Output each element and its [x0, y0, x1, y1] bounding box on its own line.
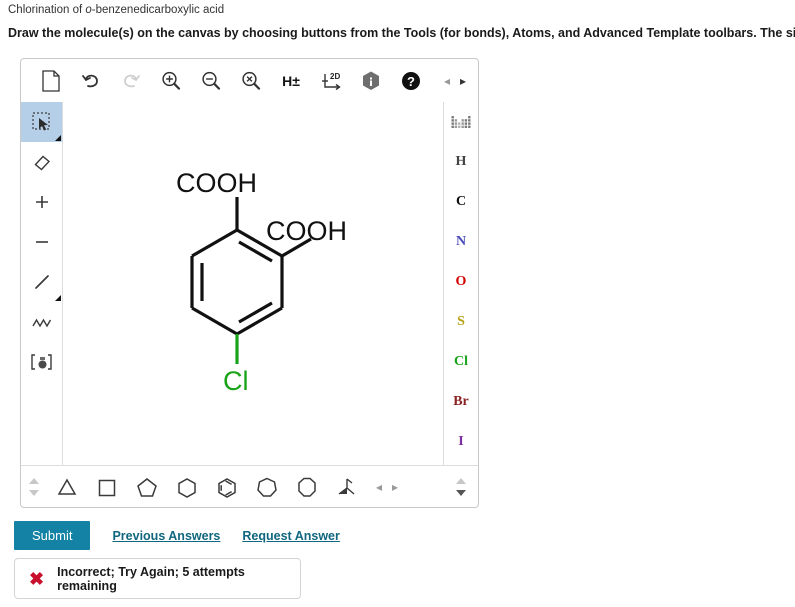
drawing-canvas[interactable]: COOH COOH Cl	[63, 102, 443, 465]
toolbar-nav-arrows: ◂ ▸	[439, 69, 471, 93]
zoom-reset-button[interactable]	[235, 66, 267, 96]
single-bond-tool-button[interactable]	[21, 262, 62, 302]
template-nav-arrows: ◂ ▸	[371, 475, 403, 499]
atoms-toolbar: H C N O S Cl Br I	[443, 102, 478, 465]
bond-tool-menu-indicator[interactable]	[55, 295, 61, 301]
molecule-structure: COOH COOH Cl	[176, 168, 347, 396]
ring-double-2	[238, 301, 273, 324]
atom-n-button[interactable]: N	[444, 222, 478, 262]
submit-button[interactable]: Submit	[14, 521, 91, 550]
periodic-table-icon	[451, 116, 471, 128]
question-title: Chlorination of o-benzenedicarboxylic ac…	[8, 4, 224, 16]
select-tool-menu-indicator[interactable]	[55, 135, 61, 141]
editor-canvas-area: COOH COOH Cl H C N O S Cl Br I	[21, 102, 478, 465]
label-cooh-top: COOH	[176, 168, 257, 198]
atom-h-button[interactable]: H	[444, 142, 478, 182]
ring-bond-6	[191, 228, 238, 258]
ring-bond-4	[191, 306, 238, 336]
decrease-charge-tool-button[interactable]	[21, 222, 62, 262]
template-cyclooctane-button[interactable]	[287, 467, 327, 507]
hydrogen-toggle-button[interactable]: H±	[275, 66, 307, 96]
templates-toolbar: ◂ ▸	[21, 465, 478, 507]
redo-button[interactable]	[115, 66, 147, 96]
template-nav-prev[interactable]: ◂	[371, 475, 387, 499]
template-scroll-up-stepper[interactable]	[21, 466, 47, 507]
help-button[interactable]: ?	[395, 66, 427, 96]
label-cl: Cl	[223, 366, 249, 396]
template-benzene-button[interactable]	[207, 467, 247, 507]
svg-text:2D: 2D	[330, 72, 340, 81]
hydrogen-toggle-label: H±	[282, 72, 300, 89]
chevron-down-icon	[29, 489, 39, 496]
clean-2d-button[interactable]: 2D	[315, 66, 347, 96]
template-scroll-down-stepper[interactable]	[448, 466, 474, 507]
request-answer-link[interactable]: Request Answer	[242, 529, 339, 543]
periodic-table-button[interactable]	[444, 102, 478, 142]
atom-cl-button[interactable]: Cl	[444, 342, 478, 382]
error-x-icon: ✖	[29, 568, 45, 589]
toolbar-nav-prev[interactable]: ◂	[439, 69, 455, 93]
label-cooh-right: COOH	[266, 216, 347, 246]
tools-toolbar	[21, 102, 63, 465]
chevron-down-icon-2	[456, 489, 466, 496]
chevron-up-icon	[29, 477, 39, 484]
template-cyclopentane-button[interactable]	[127, 467, 167, 507]
feedback-banner: ✖ Incorrect; Try Again; 5 attempts remai…	[14, 558, 301, 599]
question-title-suffix: -benzenedicarboxylic acid	[91, 4, 225, 16]
previous-answers-link[interactable]: Previous Answers	[112, 529, 220, 543]
undo-button[interactable]	[75, 66, 107, 96]
molecule-editor: H± 2D ? ◂ ▸ COOH COOH Cl H C N O S Cl Br…	[20, 58, 479, 508]
feedback-message: Incorrect; Try Again; 5 attempts remaini…	[57, 564, 245, 593]
atom-br-button[interactable]: Br	[444, 382, 478, 422]
template-cyclobutane-button[interactable]	[87, 467, 127, 507]
template-cycloheptane-button[interactable]	[247, 467, 287, 507]
chevron-up-icon-2	[456, 477, 466, 484]
answer-actions: Submit Previous Answers Request Answer	[14, 521, 340, 550]
zoom-out-button[interactable]	[195, 66, 227, 96]
bracket-group-tool-button[interactable]	[21, 342, 62, 382]
template-cyclohexane-button[interactable]	[167, 467, 207, 507]
template-advanced-button[interactable]	[327, 467, 367, 507]
question-title-prefix: Chlorination of	[8, 4, 86, 16]
svg-text:?: ?	[407, 74, 415, 89]
editor-top-toolbar: H± 2D ? ◂ ▸	[21, 59, 478, 102]
atom-o-button[interactable]: O	[444, 262, 478, 302]
template-cyclopropane-button[interactable]	[47, 467, 87, 507]
chain-tool-button[interactable]	[21, 302, 62, 342]
template-nav-next[interactable]: ▸	[387, 475, 403, 499]
atom-i-button[interactable]: I	[444, 422, 478, 462]
info-button[interactable]	[355, 66, 387, 96]
zoom-in-button[interactable]	[155, 66, 187, 96]
atom-s-button[interactable]: S	[444, 302, 478, 342]
new-document-button[interactable]	[35, 66, 67, 96]
toolbar-nav-next[interactable]: ▸	[455, 69, 471, 93]
increase-charge-tool-button[interactable]	[21, 182, 62, 222]
eraser-tool-button[interactable]	[21, 142, 62, 182]
select-tool-button[interactable]	[21, 102, 62, 142]
atom-c-button[interactable]: C	[444, 182, 478, 222]
question-instruction: Draw the molecule(s) on the canvas by ch…	[8, 26, 795, 40]
